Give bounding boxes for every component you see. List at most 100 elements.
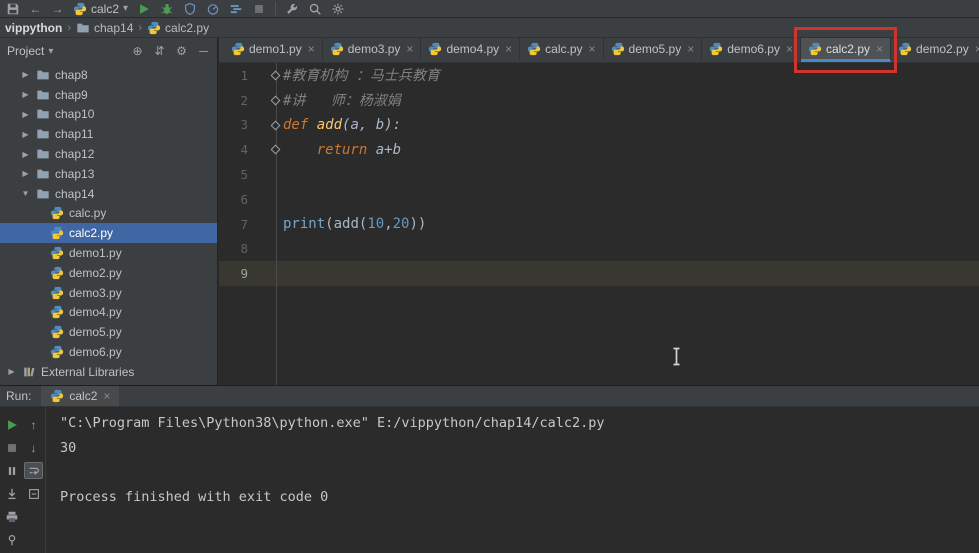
line-number[interactable]: 7 bbox=[219, 217, 253, 232]
tab-calc2[interactable]: calc2.py × bbox=[800, 38, 892, 62]
scroll-to-end-button[interactable] bbox=[2, 485, 21, 502]
prev-occurrence-button[interactable]: ↑ bbox=[24, 416, 43, 433]
forward-icon[interactable]: → bbox=[51, 2, 64, 16]
debug-icon[interactable] bbox=[160, 2, 174, 16]
folder-icon bbox=[36, 167, 50, 181]
code-line-5[interactable]: 5 bbox=[219, 162, 979, 187]
tab-demo6[interactable]: demo6.py × bbox=[702, 38, 801, 62]
close-icon[interactable]: × bbox=[687, 42, 694, 56]
tree-item-demo1-py[interactable]: demo1.py bbox=[0, 243, 217, 263]
expand-arrow-icon[interactable]: ▶ bbox=[20, 90, 31, 99]
line-number[interactable]: 3 bbox=[219, 117, 253, 132]
close-icon[interactable]: × bbox=[406, 42, 413, 56]
next-occurrence-button[interactable]: ↓ bbox=[24, 439, 43, 456]
expand-arrow-icon[interactable]: ▶ bbox=[20, 130, 31, 139]
settings-icon[interactable] bbox=[331, 2, 345, 16]
locate-icon[interactable]: ⊕ bbox=[131, 44, 144, 58]
editor-tab-bar: demo1.py × demo3.py × demo4.py × calc.py × demo5… bbox=[219, 38, 979, 63]
code-line-8[interactable]: 8 bbox=[219, 237, 979, 262]
breadcrumb-item-file[interactable]: calc2.py bbox=[147, 21, 209, 35]
concurrency-icon[interactable] bbox=[229, 2, 243, 16]
search-icon[interactable] bbox=[308, 2, 322, 16]
tree-item-label: demo6.py bbox=[69, 345, 122, 360]
code-line-6[interactable]: 6 bbox=[219, 187, 979, 212]
expand-arrow-icon[interactable]: ▶ bbox=[20, 150, 31, 159]
tree-item-chap8[interactable]: ▶ chap8 bbox=[0, 65, 217, 85]
tree-item-chap9[interactable]: ▶ chap9 bbox=[0, 85, 217, 105]
tree-item-demo3-py[interactable]: demo3.py bbox=[0, 283, 217, 303]
stop-button[interactable] bbox=[2, 439, 21, 456]
tree-item-calc-py[interactable]: calc.py bbox=[0, 204, 217, 224]
chevron-right-icon: › bbox=[138, 21, 143, 34]
project-panel-header[interactable]: Project ▾ ⊕ ⇵ ⚙ ─ bbox=[0, 38, 217, 64]
tree-item-chap12[interactable]: ▶ chap12 bbox=[0, 144, 217, 164]
code-line-9[interactable]: 9 bbox=[219, 261, 979, 287]
line-number[interactable]: 5 bbox=[219, 167, 253, 182]
close-icon[interactable]: × bbox=[975, 42, 979, 56]
tree-item-external-libraries[interactable]: ▶ External Libraries bbox=[0, 362, 217, 382]
close-icon[interactable]: × bbox=[786, 42, 793, 56]
collapse-output-button[interactable] bbox=[24, 485, 43, 502]
line-number[interactable]: 8 bbox=[219, 241, 253, 256]
print-button[interactable] bbox=[2, 508, 21, 525]
tree-item-demo4-py[interactable]: demo4.py bbox=[0, 303, 217, 323]
code-line-7[interactable]: 7 print(add(10,20)) bbox=[219, 212, 979, 237]
profiler-icon[interactable] bbox=[206, 2, 220, 16]
gear-icon[interactable]: ⚙ bbox=[175, 44, 188, 58]
tab-label: calc2.py bbox=[825, 41, 870, 56]
tree-item-chap14[interactable]: ▼ chap14 bbox=[0, 184, 217, 204]
soft-wrap-button[interactable] bbox=[24, 462, 43, 479]
tab-demo1[interactable]: demo1.py × bbox=[224, 38, 323, 62]
tree-item-chap11[interactable]: ▶ chap11 bbox=[0, 124, 217, 144]
code-line-1[interactable]: 1 #教育机构 ：马士兵教育 bbox=[219, 63, 979, 88]
code-line-2[interactable]: 2 #讲 师：杨淑娟 bbox=[219, 88, 979, 113]
code-line-4[interactable]: 4 return a+b bbox=[219, 137, 979, 162]
close-icon[interactable]: × bbox=[103, 389, 110, 403]
tree-item-demo5-py[interactable]: demo5.py bbox=[0, 322, 217, 342]
collapse-output-icon bbox=[27, 487, 41, 501]
back-icon[interactable]: ← bbox=[29, 2, 42, 16]
stop-icon[interactable] bbox=[252, 2, 266, 16]
tab-demo5[interactable]: demo5.py × bbox=[604, 38, 703, 62]
hide-icon[interactable]: ─ bbox=[197, 44, 210, 58]
tree-item-chap10[interactable]: ▶ chap10 bbox=[0, 105, 217, 125]
pin-button[interactable] bbox=[2, 531, 21, 548]
tab-calc[interactable]: calc.py × bbox=[520, 38, 604, 62]
close-icon[interactable]: × bbox=[505, 42, 512, 56]
code-line-3[interactable]: 3 def add(a, b): bbox=[219, 113, 979, 138]
tab-demo2[interactable]: demo2.py × bbox=[891, 38, 979, 62]
toolbar-nav-group: ← → bbox=[6, 2, 64, 16]
close-icon[interactable]: × bbox=[589, 42, 596, 56]
wrench-icon[interactable] bbox=[285, 2, 299, 16]
tree-item-demo2-py[interactable]: demo2.py bbox=[0, 263, 217, 283]
line-number[interactable]: 2 bbox=[219, 93, 253, 108]
run-tab-calc2[interactable]: calc2 × bbox=[41, 386, 120, 406]
collapse_all-icon[interactable]: ⇵ bbox=[153, 44, 166, 58]
close-icon[interactable]: × bbox=[308, 42, 315, 56]
expand-arrow-icon[interactable]: ▶ bbox=[20, 110, 31, 119]
tab-demo4[interactable]: demo4.py × bbox=[421, 38, 521, 62]
line-number[interactable]: 6 bbox=[219, 192, 253, 207]
line-number[interactable]: 9 bbox=[219, 266, 253, 281]
close-icon[interactable]: × bbox=[876, 42, 883, 56]
pause-output-button[interactable] bbox=[2, 462, 21, 479]
save-all-icon[interactable] bbox=[6, 2, 20, 16]
run-config-selector[interactable]: calc2 ▾ bbox=[73, 2, 128, 16]
rerun-button[interactable] bbox=[2, 416, 21, 433]
tree-item-demo6-py[interactable]: demo6.py bbox=[0, 342, 217, 362]
expand-arrow-icon[interactable]: ▶ bbox=[20, 70, 31, 79]
coverage-icon[interactable] bbox=[183, 2, 197, 16]
tree-item-chap13[interactable]: ▶ chap13 bbox=[0, 164, 217, 184]
tree-item-calc2-py[interactable]: calc2.py bbox=[0, 223, 217, 244]
expand-arrow-icon[interactable]: ▶ bbox=[6, 367, 17, 376]
tab-demo3[interactable]: demo3.py × bbox=[323, 38, 422, 62]
breadcrumb-item-folder[interactable]: chap14 bbox=[76, 21, 133, 35]
line-number[interactable]: 4 bbox=[219, 142, 253, 157]
collapse-arrow-icon[interactable]: ▼ bbox=[20, 189, 31, 198]
editor-code[interactable]: 1 #教育机构 ：马士兵教育 2 #讲 师：杨淑娟 3 def add(a, b): 4 r… bbox=[219, 63, 979, 385]
line-number[interactable]: 1 bbox=[219, 68, 253, 83]
breadcrumb-item-project[interactable]: vippython bbox=[5, 21, 62, 35]
expand-arrow-icon[interactable]: ▶ bbox=[20, 169, 31, 178]
run-icon[interactable] bbox=[137, 2, 151, 16]
folder-icon bbox=[76, 21, 90, 35]
